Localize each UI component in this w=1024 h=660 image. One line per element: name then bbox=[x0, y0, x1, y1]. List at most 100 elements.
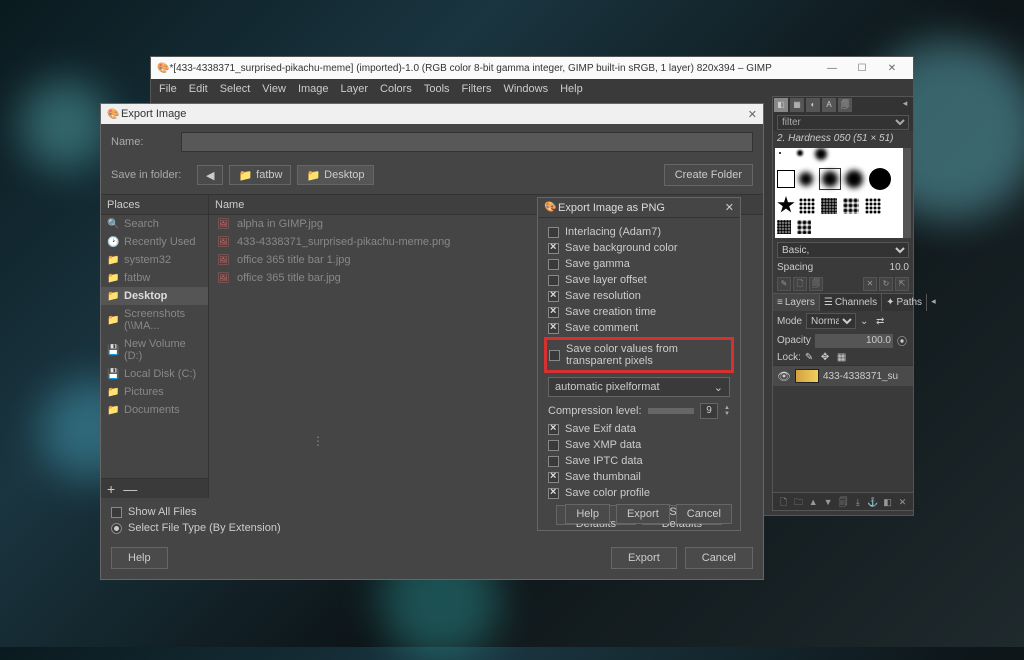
dialog-titlebar: 🎨 Export Image ✕ bbox=[101, 104, 763, 124]
png-option-checkbox[interactable]: Save resolution bbox=[548, 288, 730, 304]
create-folder-button[interactable]: Create Folder bbox=[664, 164, 753, 186]
brushes-tab[interactable]: ◧ bbox=[774, 98, 788, 112]
place-item[interactable]: 📁Documents bbox=[101, 401, 208, 419]
opacity-reset-icon[interactable]: ⦿ bbox=[897, 333, 909, 348]
visibility-icon[interactable]: 👁 bbox=[777, 370, 791, 383]
menu-view[interactable]: View bbox=[262, 83, 286, 95]
export-button[interactable]: Export bbox=[611, 547, 677, 569]
png-option-checkbox[interactable]: Save thumbnail bbox=[548, 469, 730, 485]
fonts-tab[interactable]: A bbox=[822, 98, 836, 112]
layers-menu-icon[interactable]: ◂ bbox=[927, 294, 940, 311]
png-option-checkbox[interactable]: Save layer offset bbox=[548, 272, 730, 288]
place-item[interactable]: 🔍Search bbox=[101, 215, 208, 233]
menu-colors[interactable]: Colors bbox=[380, 83, 412, 95]
breadcrumb-back-button[interactable]: ◀ bbox=[197, 165, 223, 185]
place-item[interactable]: 💾Local Disk (C:) bbox=[101, 365, 208, 383]
duplicate-brush-icon[interactable]: 🗐 bbox=[809, 277, 823, 291]
png-option-checkbox[interactable]: Save gamma bbox=[548, 256, 730, 272]
raise-layer-icon[interactable]: ▲ bbox=[807, 495, 820, 509]
minimize-button[interactable]: — bbox=[817, 63, 847, 74]
mode-swap-icon[interactable]: ⇄ bbox=[876, 316, 888, 327]
menu-select[interactable]: Select bbox=[220, 83, 251, 95]
close-icon[interactable]: ✕ bbox=[725, 201, 734, 214]
png-option-checkbox[interactable]: Save IPTC data bbox=[548, 453, 730, 469]
duplicate-layer-icon[interactable]: 🗐 bbox=[837, 495, 850, 509]
brush-preset-select[interactable]: Basic, bbox=[777, 242, 909, 258]
brush-name-label: 2. Hardness 050 (51 × 51) bbox=[773, 131, 913, 146]
dock-menu-icon[interactable]: ◂ bbox=[898, 98, 912, 112]
open-as-image-icon[interactable]: ⇱ bbox=[895, 277, 909, 291]
save-color-transparent-checkbox[interactable]: Save color values from transparent pixel… bbox=[549, 341, 729, 369]
remove-place-button[interactable]: — bbox=[123, 481, 137, 497]
delete-layer-icon[interactable]: ✕ bbox=[896, 495, 909, 509]
mask-icon[interactable]: ◧ bbox=[881, 495, 894, 509]
place-item[interactable]: 📁fatbw bbox=[101, 269, 208, 287]
refresh-brush-icon[interactable]: ↻ bbox=[879, 277, 893, 291]
menu-layer[interactable]: Layer bbox=[341, 83, 369, 95]
png-option-checkbox[interactable]: Save Exif data bbox=[548, 421, 730, 437]
filename-input[interactable] bbox=[181, 132, 753, 152]
png-export-button[interactable]: Export bbox=[616, 504, 670, 524]
menu-windows[interactable]: Windows bbox=[503, 83, 548, 95]
lock-position-icon[interactable]: ✥ bbox=[821, 352, 833, 363]
new-brush-icon[interactable]: 🗋 bbox=[793, 277, 807, 291]
menu-filters[interactable]: Filters bbox=[462, 83, 492, 95]
edit-brush-icon[interactable]: ✎ bbox=[777, 277, 791, 291]
png-help-button[interactable]: Help bbox=[565, 504, 610, 524]
help-button[interactable]: Help bbox=[111, 547, 168, 569]
breadcrumb-folder-2[interactable]: 📁 Desktop bbox=[297, 165, 373, 185]
menu-help[interactable]: Help bbox=[560, 83, 583, 95]
close-icon[interactable]: ✕ bbox=[748, 108, 757, 121]
png-option-checkbox[interactable]: Save color profile bbox=[548, 485, 730, 501]
spinner-down-icon[interactable]: ▼ bbox=[724, 411, 730, 417]
brush-filter-select[interactable]: filter bbox=[777, 115, 909, 130]
compression-value[interactable]: 9 bbox=[700, 403, 718, 419]
pixelformat-dropdown[interactable]: automatic pixelformat⌄ bbox=[548, 377, 730, 397]
gradients-tab[interactable]: ◐ bbox=[806, 98, 820, 112]
lock-alpha-icon[interactable]: ▦ bbox=[837, 352, 849, 363]
place-item[interactable]: 📁system32 bbox=[101, 251, 208, 269]
place-item[interactable]: 📁Screenshots (\\MA... bbox=[101, 305, 208, 335]
close-button[interactable]: ✕ bbox=[877, 63, 907, 74]
brush-grid[interactable] bbox=[775, 148, 911, 238]
lower-layer-icon[interactable]: ▼ bbox=[822, 495, 835, 509]
drag-handle-icon[interactable]: ⋮ bbox=[312, 434, 324, 448]
menu-edit[interactable]: Edit bbox=[189, 83, 208, 95]
opacity-slider[interactable]: 100.0 bbox=[815, 334, 893, 348]
paths-tab[interactable]: ✦Paths bbox=[882, 294, 927, 311]
png-option-checkbox[interactable]: Save XMP data bbox=[548, 437, 730, 453]
png-cancel-button[interactable]: Cancel bbox=[676, 504, 732, 524]
layers-tab[interactable]: ≡Layers bbox=[773, 294, 820, 311]
new-layer-icon[interactable]: 🗋 bbox=[777, 495, 790, 509]
mode-chevron-icon[interactable]: ⌄ bbox=[860, 316, 872, 327]
png-option-checkbox[interactable]: Interlacing (Adam7) bbox=[548, 224, 730, 240]
place-item[interactable]: 📁Desktop bbox=[101, 287, 208, 305]
patterns-tab[interactable]: ▦ bbox=[790, 98, 804, 112]
lock-pixels-icon[interactable]: ✎ bbox=[805, 352, 817, 363]
menu-file[interactable]: File bbox=[159, 83, 177, 95]
menu-image[interactable]: Image bbox=[298, 83, 329, 95]
breadcrumb-folder-1[interactable]: 📁 fatbw bbox=[229, 165, 291, 185]
new-group-icon[interactable]: 🗀 bbox=[792, 495, 805, 509]
place-item[interactable]: 💾New Volume (D:) bbox=[101, 335, 208, 365]
cancel-button[interactable]: Cancel bbox=[685, 547, 753, 569]
place-item[interactable]: 📁Pictures bbox=[101, 383, 208, 401]
delete-brush-icon[interactable]: ✕ bbox=[863, 277, 877, 291]
png-option-checkbox[interactable]: Save background color bbox=[548, 240, 730, 256]
png-option-checkbox[interactable]: Save comment bbox=[548, 320, 730, 336]
compression-slider[interactable] bbox=[648, 408, 695, 414]
add-place-button[interactable]: + bbox=[107, 481, 115, 497]
brush-scrollbar[interactable] bbox=[903, 148, 911, 238]
maximize-button[interactable]: ☐ bbox=[847, 63, 877, 74]
merge-down-icon[interactable]: ⤓ bbox=[851, 495, 864, 509]
channels-tab[interactable]: ☰Channels bbox=[820, 294, 882, 311]
layer-name[interactable]: 433-4338371_su bbox=[823, 371, 898, 382]
layer-item[interactable]: 👁 433-4338371_su bbox=[773, 365, 913, 386]
history-tab[interactable]: 🗐 bbox=[838, 98, 852, 112]
png-option-checkbox[interactable]: Save creation time bbox=[548, 304, 730, 320]
spacing-value[interactable]: 10.0 bbox=[890, 262, 909, 273]
anchor-layer-icon[interactable]: ⚓ bbox=[866, 495, 879, 509]
blend-mode-select[interactable]: Normal bbox=[806, 313, 856, 329]
place-item[interactable]: 🕑Recently Used bbox=[101, 233, 208, 251]
menu-tools[interactable]: Tools bbox=[424, 83, 450, 95]
